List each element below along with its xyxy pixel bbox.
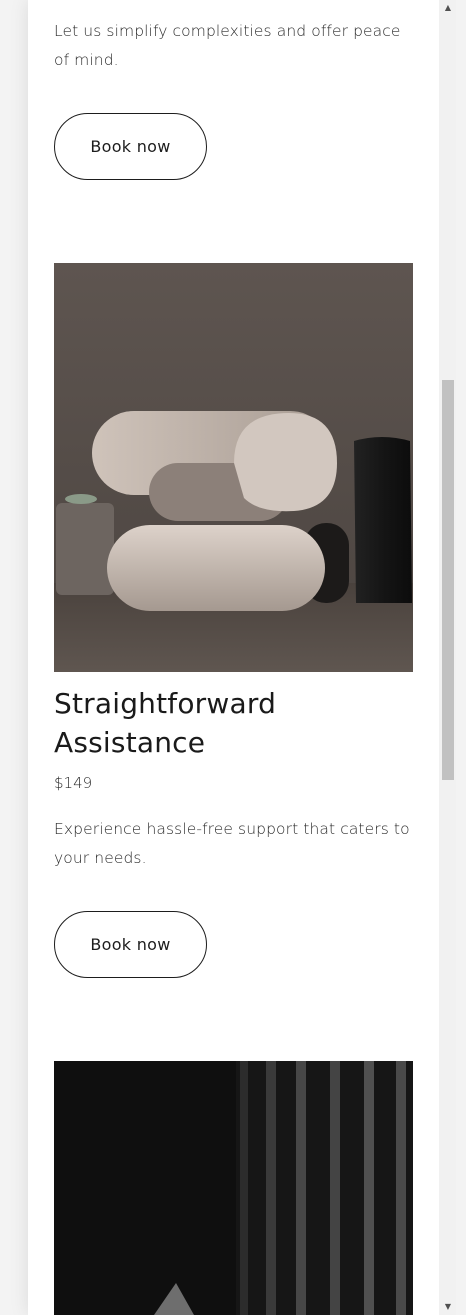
page-container: Let us simplify complexities and offer p… [28,0,439,1315]
arrow-up-icon[interactable]: ▲ [442,2,454,14]
service-image-armchair [54,263,413,672]
arrow-down-icon[interactable]: ▼ [442,1301,454,1313]
book-now-button[interactable]: Book now [54,911,207,978]
service-description: Let us simplify complexities and offer p… [54,22,401,69]
book-now-button[interactable]: Book now [54,113,207,180]
service-image-slats [54,1061,413,1315]
service-title: Straightforward Assistance [54,687,277,759]
scrollbar-thumb[interactable] [442,380,454,780]
service-description: Experience hassle-free support that cate… [54,820,410,867]
service-price: $149 [54,774,93,792]
